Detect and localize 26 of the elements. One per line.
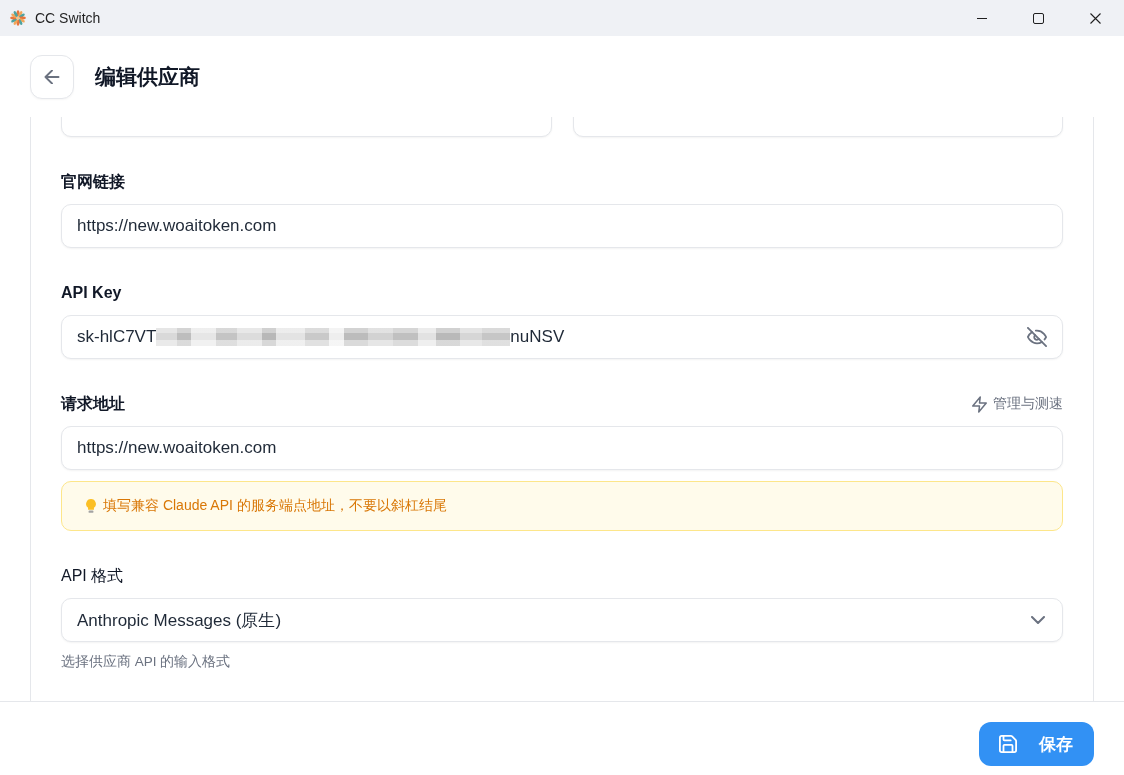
text-input[interactable]: https://new.woaitoken.com [61, 204, 1063, 248]
window-title: CC Switch [35, 10, 101, 26]
field-label: 官网链接 [61, 172, 125, 192]
format-select[interactable]: Anthropic Messages (原生) [61, 598, 1063, 642]
chevron-down-icon [1031, 616, 1045, 624]
page-title: 编辑供应商 [95, 64, 200, 90]
api-key-text: sk-hlC7VT [77, 327, 157, 347]
hint-text: 填写兼容 Claude API 的服务端点地址，不要以斜杠结尾 [103, 497, 447, 515]
sunburst-logo-icon [10, 10, 26, 26]
manage-test-link[interactable]: 管理与测速 [972, 395, 1063, 413]
arrow-left-icon [44, 70, 60, 84]
back-button[interactable] [30, 55, 74, 99]
lightbulb-icon [86, 499, 96, 513]
close-icon[interactable] [1090, 12, 1101, 24]
lightning-icon [972, 395, 987, 413]
help-text: 选择供应商 API 的输入格式 [61, 653, 232, 671]
field-label: 请求地址 [61, 394, 125, 414]
save-icon [999, 735, 1017, 753]
minimize-icon[interactable] [976, 17, 987, 19]
field-label: API Key [61, 283, 122, 303]
field-label: API 格式 [61, 566, 124, 586]
api-key-field[interactable]: sk-hlC7VT nuNSV [61, 315, 1063, 359]
maximize-icon[interactable] [1033, 12, 1044, 24]
api-key-text: nuNSV [510, 327, 565, 347]
text-input[interactable]: https://new.woaitoken.com [61, 426, 1063, 470]
eye-off-icon[interactable] [1027, 327, 1047, 347]
